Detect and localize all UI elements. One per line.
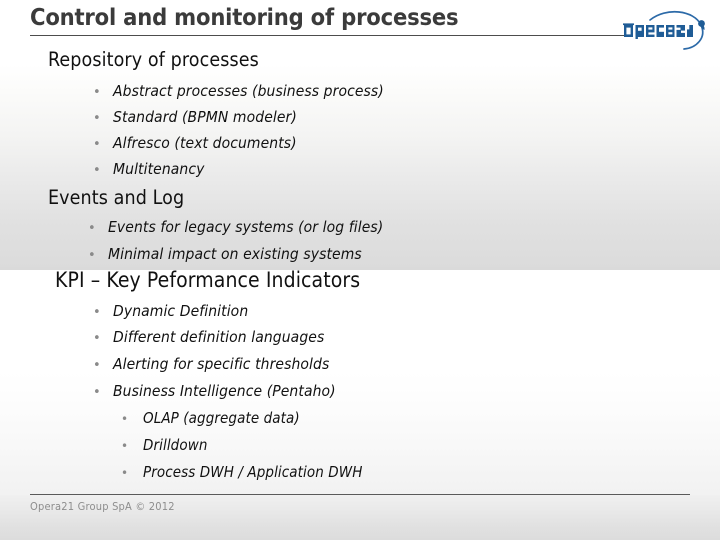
list-item-label: Business Intelligence (Pentaho) [113, 382, 336, 400]
list-item-label: Minimal impact on existing systems [108, 245, 362, 263]
title-divider [30, 35, 632, 36]
bullet-marker-icon: • [93, 137, 101, 152]
bullet-marker-icon: • [93, 111, 101, 126]
list-item-label: OLAP (aggregate data) [143, 409, 300, 427]
list-item: • Alfresco (text documents) [93, 134, 297, 152]
slide-body: Repository of processes • Abstract proce… [0, 0, 720, 540]
list-item-label: Abstract processes (business process) [113, 82, 384, 100]
list-item: • Multitenancy [93, 160, 204, 178]
list-item: • Drilldown [121, 436, 208, 454]
footer-copyright: Opera21 Group SpA © 2012 [30, 500, 175, 513]
section-heading-events-and-log: Events and Log [48, 186, 185, 209]
section-heading-repository: Repository of processes [48, 48, 259, 71]
bullet-marker-icon: • [93, 385, 101, 400]
bullet-marker-icon: • [93, 163, 101, 178]
bullet-marker-icon: • [93, 305, 101, 320]
bullet-marker-icon: • [88, 248, 96, 263]
bullet-marker-icon: • [93, 358, 101, 373]
slide-canvas: Control and monitoring of processes Repo… [0, 0, 720, 540]
bullet-marker-icon: • [93, 85, 101, 100]
list-item: • OLAP (aggregate data) [121, 409, 300, 427]
list-item: • Standard (BPMN modeler) [93, 108, 297, 126]
list-item-label: Events for legacy systems (or log files) [108, 218, 384, 236]
list-item-label: Drilldown [143, 436, 208, 454]
section-heading-kpi: KPI – Key Peformance Indicators [55, 268, 361, 292]
list-item-label: Different definition languages [113, 328, 325, 346]
bullet-marker-icon: • [88, 221, 96, 236]
list-item: • Different definition languages [93, 328, 324, 346]
list-item: • Business Intelligence (Pentaho) [93, 382, 336, 400]
bullet-marker-icon: • [93, 331, 101, 346]
list-item-label: Standard (BPMN modeler) [113, 108, 297, 126]
opera21-logo [622, 8, 712, 52]
list-item-label: Dynamic Definition [113, 302, 249, 320]
list-item: • Minimal impact on existing systems [88, 245, 362, 263]
bullet-marker-icon: • [121, 466, 129, 480]
list-item-label: Alfresco (text documents) [113, 134, 297, 152]
list-item: • Alerting for specific thresholds [93, 355, 329, 373]
bullet-marker-icon: • [121, 439, 129, 453]
list-item: • Dynamic Definition [93, 302, 248, 320]
list-item-label: Multitenancy [113, 160, 205, 178]
list-item: • Abstract processes (business process) [93, 82, 384, 100]
list-item: • Events for legacy systems (or log file… [88, 218, 383, 236]
list-item-label: Alerting for specific thresholds [113, 355, 330, 373]
slide-title: Control and monitoring of processes [30, 3, 459, 31]
footer-divider [30, 494, 690, 495]
bullet-marker-icon: • [121, 412, 129, 426]
list-item: • Process DWH / Application DWH [121, 463, 363, 481]
list-item-label: Process DWH / Application DWH [143, 463, 363, 481]
